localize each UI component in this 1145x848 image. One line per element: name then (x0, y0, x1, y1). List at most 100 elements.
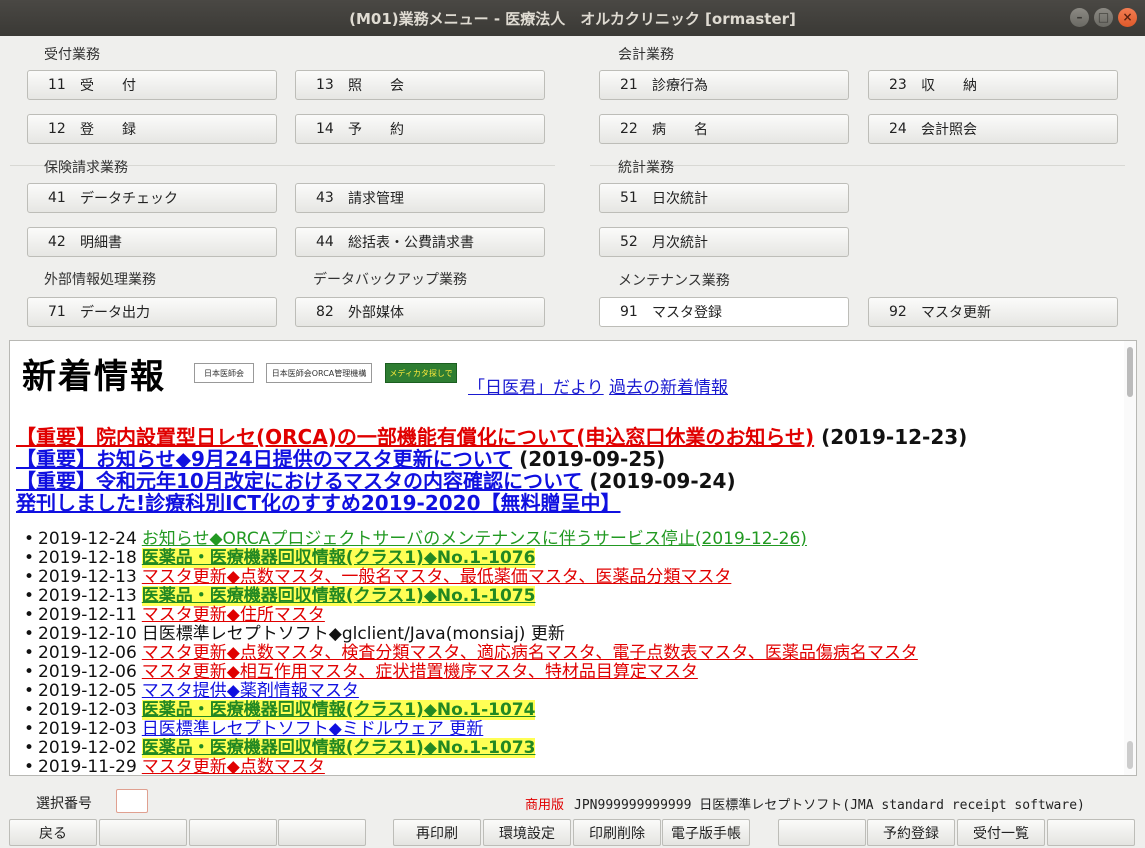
past-news-link[interactable]: 過去の新着情報 (609, 373, 728, 398)
menu-label: データ出力 (80, 305, 150, 321)
bullet: • (24, 700, 35, 720)
select-number-input[interactable] (116, 789, 148, 813)
item-link[interactable]: 医薬品・医療機器回収情報(クラス1)◆No.1-1073 (141, 738, 536, 758)
menu-button-24[interactable]: 24 会計照会 (868, 114, 1118, 144)
item-date: 2019-12-18 (38, 548, 137, 568)
minimize-icon[interactable]: – (1070, 8, 1089, 27)
item-link[interactable]: 日医標準レセプトソフト◆ミドルウェア 更新 (142, 719, 483, 739)
menu-label: 会計照会 (921, 122, 977, 138)
headline[interactable]: 発刊しました!診療科別ICT化のすすめ2019-2020【無料贈呈中】 (16, 487, 621, 516)
menu-number: 12 (48, 121, 66, 137)
menu-button-92[interactable]: 92 マスタ更新 (868, 297, 1118, 327)
select-number-label: 選択番号 (36, 796, 92, 812)
item-date: 2019-12-05 (38, 681, 137, 701)
menu-number: 23 (889, 77, 907, 93)
menu-label: 予 約 (348, 122, 404, 138)
menu-button-44[interactable]: 44 総括表・公費請求書 (295, 227, 545, 257)
function-button-12[interactable] (1047, 819, 1135, 846)
menu-button-91[interactable]: 91 マスタ登録 (599, 297, 849, 327)
reservation-button[interactable]: 予約登録 (867, 819, 955, 846)
list-item: • 2019-12-10 日医標準レセプトソフト◆glclient/Java(mon… (24, 625, 918, 644)
bullet: • (24, 529, 35, 549)
item-link[interactable]: マスタ更新◆点数マスタ、一般名マスタ、最低薬価マスタ、医薬品分類マスタ (142, 567, 732, 587)
menu-button-82[interactable]: 82 外部媒体 (295, 297, 545, 327)
jma-logo[interactable]: 日本医師会 (194, 363, 254, 383)
reception-list-button[interactable]: 受付一覧 (957, 819, 1045, 846)
nichii-kun-link[interactable]: 「日医君」だより (468, 373, 604, 398)
item-link[interactable]: 医薬品・医療機器回収情報(クラス1)◆No.1-1076 (141, 548, 536, 568)
menu-number: 82 (316, 304, 334, 320)
menu-label: 請求管理 (348, 191, 404, 207)
close-icon[interactable]: × (1118, 8, 1137, 27)
menu-label: マスタ登録 (652, 305, 722, 321)
item-text: 日医標準レセプトソフト◆glclient/Java(monsiaj) 更新 (141, 624, 565, 644)
settings-button[interactable]: 環境設定 (483, 819, 571, 846)
item-link[interactable]: マスタ更新◆住所マスタ (142, 605, 325, 625)
bullet: • (24, 624, 35, 644)
menu-button-23[interactable]: 23 収 納 (868, 70, 1118, 100)
medical-logo[interactable]: メディカタ探しで (385, 363, 457, 383)
headline-link[interactable]: 発刊しました!診療科別ICT化のすすめ2019-2020【無料贈呈中】 (16, 491, 621, 515)
menu-label: 日次統計 (652, 191, 708, 207)
window-titlebar: (M01)業務メニュー - 医療法人 オルカクリニック [ormaster] –… (0, 0, 1145, 36)
list-item: • 2019-12-03 医薬品・医療機器回収情報(クラス1)◆No.1-1074 (24, 700, 918, 720)
menu-button-12[interactable]: 12 登 録 (27, 114, 277, 144)
item-link[interactable]: 医薬品・医療機器回収情報(クラス1)◆No.1-1074 (141, 700, 536, 720)
list-item: • 2019-12-13 マスタ更新◆点数マスタ、一般名マスタ、最低薬価マスタ、医薬… (24, 568, 918, 587)
reprint-button[interactable]: 再印刷 (393, 819, 481, 846)
news-panel[interactable]: 新着情報 日本医師会 日本医師会ORCA管理機構 メディカタ探しで 「日医君」だ… (9, 340, 1137, 776)
menu-number: 92 (889, 304, 907, 320)
item-link[interactable]: マスタ更新◆点数マスタ (142, 757, 325, 776)
print-delete-button[interactable]: 印刷削除 (573, 819, 661, 846)
e-notebook-button[interactable]: 電子版手帳 (662, 819, 750, 846)
menu-button-22[interactable]: 22 病 名 (599, 114, 849, 144)
list-item: • 2019-12-13 医薬品・医療機器回収情報(クラス1)◆No.1-1075 (24, 586, 918, 606)
bullet: • (24, 548, 35, 568)
menu-number: 51 (620, 190, 638, 206)
menu-button-52[interactable]: 52 月次統計 (599, 227, 849, 257)
item-date: 2019-12-10 (38, 624, 137, 644)
item-link[interactable]: マスタ提供◆薬剤情報マスタ (142, 681, 359, 701)
news-scrollbar[interactable] (1124, 341, 1136, 775)
menu-number: 11 (48, 77, 66, 93)
menu-button-51[interactable]: 51 日次統計 (599, 183, 849, 213)
function-button-2[interactable] (99, 819, 187, 846)
menu-label: データチェック (80, 191, 178, 207)
orca-logo[interactable]: 日本医師会ORCA管理機構 (266, 363, 372, 383)
menu-button-13[interactable]: 13 照 会 (295, 70, 545, 100)
list-item: • 2019-11-29 マスタ更新◆点数マスタ (24, 758, 918, 776)
menu-number: 24 (889, 121, 907, 137)
menu-button-14[interactable]: 14 予 約 (295, 114, 545, 144)
item-link[interactable]: マスタ更新◆点数マスタ、検査分類マスタ、適応病名マスタ、電子点数表マスタ、医薬品… (142, 643, 918, 663)
scrollbar-thumb-lower[interactable] (1127, 741, 1133, 769)
section-backup: データバックアップ業務 (313, 272, 467, 288)
news-list: • 2019-12-24 お知らせ◆ORCAプロジェクトサーバのメンテナンスに伴うサ… (24, 530, 918, 776)
back-button[interactable]: 戻る (9, 819, 97, 846)
menu-label: 受 付 (80, 78, 136, 94)
menu-button-42[interactable]: 42 明細書 (27, 227, 277, 257)
function-button-4[interactable] (278, 819, 366, 846)
menu-button-71[interactable]: 71 データ出力 (27, 297, 277, 327)
function-button-9[interactable] (778, 819, 866, 846)
maximize-icon[interactable]: □ (1094, 8, 1113, 27)
menu-button-41[interactable]: 41 データチェック (27, 183, 277, 213)
bullet: • (24, 643, 35, 663)
section-toukei: 統計業務 (618, 160, 674, 176)
menu-button-43[interactable]: 43 請求管理 (295, 183, 545, 213)
menu-number: 22 (620, 121, 638, 137)
menu-label: 外部媒体 (348, 305, 404, 321)
item-link[interactable]: 医薬品・医療機器回収情報(クラス1)◆No.1-1075 (141, 586, 536, 606)
menu-label: 月次統計 (652, 235, 708, 251)
menu-number: 14 (316, 121, 334, 137)
function-button-3[interactable] (189, 819, 277, 846)
item-link[interactable]: マスタ更新◆相互作用マスタ、症状措置機序マスタ、特材品目算定マスタ (142, 662, 698, 682)
item-link[interactable]: お知らせ◆ORCAプロジェクトサーバのメンテナンスに伴うサービス停止(2019-… (142, 529, 807, 549)
item-date: 2019-12-11 (38, 605, 137, 625)
bullet: • (24, 757, 35, 776)
menu-button-11[interactable]: 11 受 付 (27, 70, 277, 100)
menu-number: 91 (620, 304, 638, 320)
menu-button-21[interactable]: 21 診療行為 (599, 70, 849, 100)
list-item: • 2019-12-24 お知らせ◆ORCAプロジェクトサーバのメンテナンスに伴うサ… (24, 530, 918, 549)
menu-number: 42 (48, 234, 66, 250)
scrollbar-thumb[interactable] (1127, 347, 1133, 397)
